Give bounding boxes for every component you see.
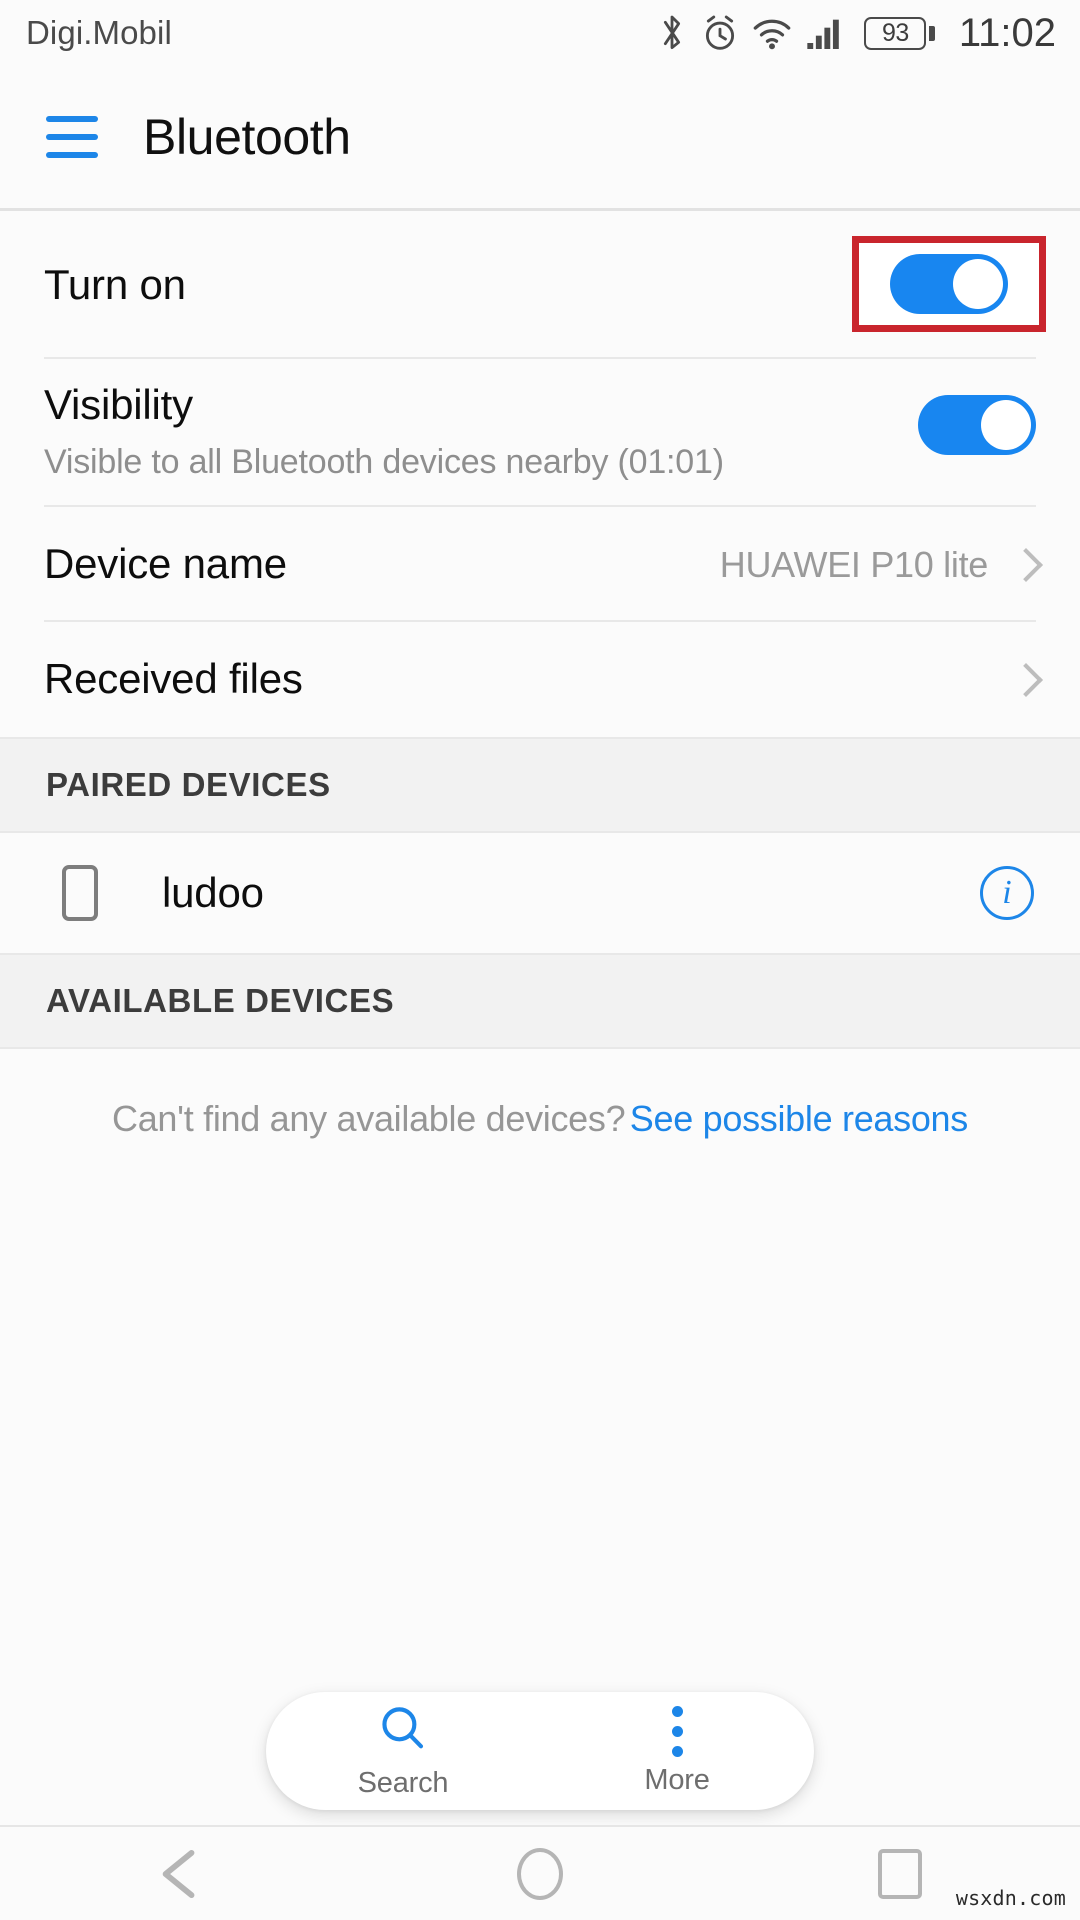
android-nav-bar	[0, 1825, 1080, 1920]
chevron-right-icon	[1014, 545, 1036, 585]
bluetooth-icon	[656, 13, 688, 53]
setting-row-received-files[interactable]: Received files	[0, 622, 1080, 737]
battery-icon: 93	[864, 16, 935, 50]
clock-label: 11:02	[958, 10, 1056, 55]
see-possible-reasons-link[interactable]: See possible reasons	[630, 1098, 969, 1140]
more-button[interactable]: More	[540, 1706, 814, 1797]
section-header-paired: PAIRED DEVICES	[0, 737, 1080, 833]
settings-list: Turn on Visibility Visible to all Blueto…	[0, 211, 1080, 1169]
chevron-right-icon	[1014, 660, 1036, 700]
info-icon[interactable]: i	[980, 866, 1034, 920]
battery-level-label: 93	[881, 18, 909, 47]
no-devices-hint: Can't find any available devices? See po…	[0, 1049, 1080, 1169]
paired-device-name: ludoo	[162, 869, 264, 916]
status-icons: 93 11:02	[656, 11, 1056, 56]
section-header-available: AVAILABLE DEVICES	[0, 953, 1080, 1049]
search-button[interactable]: Search	[266, 1702, 540, 1800]
page-title: Bluetooth	[143, 109, 351, 165]
visibility-label: Visibility	[44, 381, 193, 428]
more-label: More	[644, 1763, 710, 1796]
setting-row-visibility[interactable]: Visibility Visible to all Bluetooth devi…	[0, 359, 1080, 507]
phone-device-icon	[62, 865, 98, 921]
nav-back-button[interactable]	[0, 1848, 360, 1900]
carrier-label: Digi.Mobil	[26, 14, 172, 51]
received-files-label: Received files	[44, 655, 303, 703]
hamburger-menu-icon[interactable]	[46, 116, 98, 158]
setting-row-device-name[interactable]: Device name HUAWEI P10 lite	[0, 507, 1080, 622]
visibility-subtitle: Visible to all Bluetooth devices nearby …	[44, 443, 724, 482]
status-bar: Digi.Mobil 93 11:02	[0, 0, 1080, 66]
annotation-highlight-box	[852, 236, 1046, 332]
watermark: wsxdn.com	[955, 1886, 1066, 1910]
app-header: Bluetooth	[0, 66, 1080, 211]
paired-device-row[interactable]: ludoo i	[0, 833, 1080, 953]
nav-home-button[interactable]	[360, 1847, 720, 1900]
no-devices-hint-text: Can't find any available devices?	[112, 1098, 626, 1139]
paired-devices-label: PAIRED DEVICES	[46, 766, 331, 803]
bottom-action-bar: Search More	[266, 1692, 814, 1810]
turn-on-label: Turn on	[44, 260, 186, 308]
alarm-icon	[702, 14, 738, 52]
search-label: Search	[357, 1767, 449, 1799]
turn-on-toggle[interactable]	[890, 254, 1008, 314]
available-devices-label: AVAILABLE DEVICES	[46, 982, 395, 1019]
device-name-label: Device name	[44, 540, 287, 588]
device-name-value: HUAWEI P10 lite	[719, 543, 989, 585]
wifi-icon	[752, 16, 792, 50]
back-triangle-icon	[154, 1848, 206, 1900]
home-circle-icon	[517, 1847, 563, 1900]
recents-square-icon	[878, 1848, 922, 1899]
more-vertical-icon	[671, 1706, 683, 1758]
signal-icon	[806, 15, 846, 51]
visibility-toggle[interactable]	[918, 395, 1036, 455]
search-icon	[376, 1702, 430, 1761]
